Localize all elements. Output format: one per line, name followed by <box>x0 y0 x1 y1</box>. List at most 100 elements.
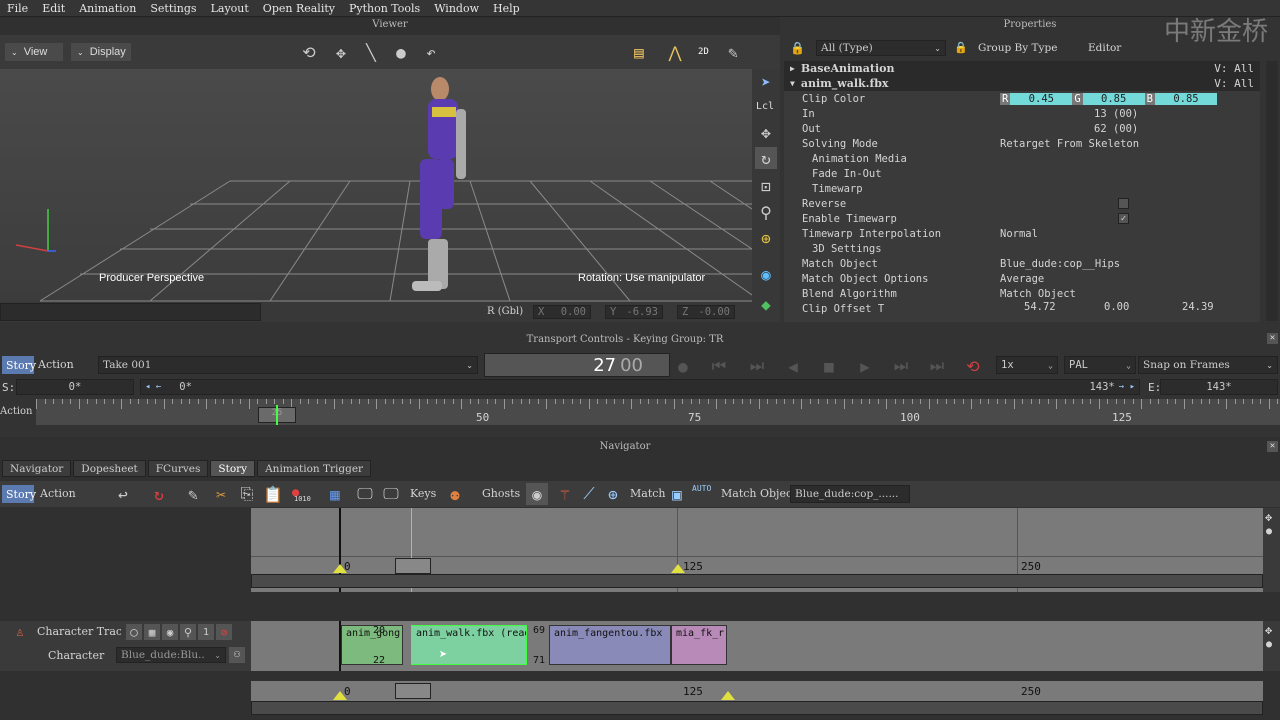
select-arrow-icon[interactable]: ➤ <box>755 71 777 93</box>
menu-open-reality[interactable]: Open Reality <box>256 2 342 15</box>
track-number[interactable]: 1 <box>198 624 214 640</box>
loop-icon[interactable]: ⟲ <box>962 355 984 377</box>
action-mode-button[interactable]: Action <box>40 487 76 500</box>
editor-button[interactable]: Editor <box>1088 42 1121 54</box>
enable-timewarp-checkbox[interactable]: ✓ <box>1118 213 1129 224</box>
zoom-icon[interactable]: ● <box>1266 639 1272 650</box>
stop-icon[interactable]: ■ <box>818 355 840 377</box>
prop-fade-in-out[interactable]: Fade In-Out <box>784 166 1260 181</box>
track-name[interactable]: Character Trac <box>37 625 121 638</box>
2d-icon[interactable]: 2D <box>698 47 709 57</box>
play-icon[interactable]: ▶ <box>854 355 876 377</box>
story-mode-button[interactable]: Story <box>2 356 36 374</box>
zoom-bar[interactable]: ◂ ← 0* 143* → ▸ <box>140 379 1140 395</box>
move-icon[interactable]: ✥ <box>1265 623 1272 637</box>
viewport[interactable]: Producer Perspective Rotation: Use manip… <box>0 69 752 302</box>
next-key-icon[interactable]: ⏭ <box>890 355 912 377</box>
paste-icon[interactable]: 📋 <box>262 483 284 505</box>
move-icon[interactable]: ✥ <box>1265 510 1272 524</box>
mute-icon[interactable]: ⊘ <box>216 624 232 640</box>
fps-select[interactable]: PAL ⌄ <box>1064 356 1136 374</box>
clip-anim-walk[interactable]: anim_walk.fbx (read-c <box>411 625 527 665</box>
menu-layout[interactable]: Layout <box>204 2 256 15</box>
tab-story[interactable]: Story <box>210 460 256 477</box>
play-reverse-icon[interactable]: ◀ <box>782 355 804 377</box>
tab-dopesheet[interactable]: Dopesheet <box>73 460 146 477</box>
offset-y[interactable]: 0.00 <box>1104 301 1129 313</box>
menu-edit[interactable]: Edit <box>35 2 72 15</box>
rotate-icon[interactable]: ↻ <box>755 147 777 169</box>
prop-match-object-options[interactable]: Match Object Options Average <box>784 271 1260 286</box>
story-mode-button[interactable]: Story <box>2 485 36 503</box>
prop-out[interactable]: Out 62 (00) <box>784 121 1260 136</box>
menu-window[interactable]: Window <box>427 2 486 15</box>
match-icon[interactable]: ▣ <box>666 483 688 505</box>
ruler-icon[interactable]: ▤ <box>628 41 650 63</box>
pen-icon[interactable]: ✎ <box>722 41 744 63</box>
prop-clip-offset-t[interactable]: Clip Offset T 54.72 0.00 24.39 <box>784 301 1260 316</box>
auto-label[interactable]: AUTO <box>692 484 711 493</box>
lock-icon[interactable]: 🔒 <box>790 41 805 55</box>
view-menu-button[interactable]: ⌄ View <box>4 42 64 62</box>
menu-help[interactable]: Help <box>486 2 527 15</box>
reverse-checkbox[interactable] <box>1118 198 1129 209</box>
tab-fcurves[interactable]: FCurves <box>147 460 209 477</box>
prop-animation-media[interactable]: Animation Media <box>784 151 1260 166</box>
match-button[interactable]: Match <box>630 487 666 500</box>
screen-icon[interactable]: 🖵 <box>380 483 402 505</box>
lower-zoom-controls[interactable]: ✥ ● <box>1263 621 1280 671</box>
prop-solving-mode[interactable]: Solving Mode Retarget From Skeleton <box>784 136 1260 151</box>
move-icon[interactable]: ✥ <box>755 121 777 143</box>
end-field[interactable]: 143* <box>1160 379 1278 395</box>
return-icon[interactable]: ↩ <box>112 483 134 505</box>
local-icon[interactable]: Lcl <box>756 101 774 112</box>
prop-match-object[interactable]: Match Object Blue_dude:cop__Hips <box>784 256 1260 271</box>
clip-anim-gong[interactable]: anim_gong <box>341 625 403 665</box>
copy-icon[interactable]: ⎘ <box>236 483 258 505</box>
monitor-icon[interactable]: 🖵 <box>354 483 376 505</box>
eye-icon[interactable]: ◉ <box>526 483 548 505</box>
refresh-icon[interactable]: ↻ <box>148 483 170 505</box>
edit-icon[interactable]: ✎ <box>182 483 204 505</box>
lock-icon[interactable]: 🔒 <box>954 41 968 54</box>
lower-ruler[interactable]: 0 125 250 <box>251 681 1263 701</box>
object-row-anim-walk[interactable]: ▼ anim_walk.fbx V: All <box>784 76 1260 91</box>
time-marker[interactable] <box>395 683 431 699</box>
menu-file[interactable]: File <box>0 2 35 15</box>
orbit-icon[interactable]: ⟲ <box>298 41 320 63</box>
end-marker-icon[interactable] <box>721 691 735 700</box>
snap-select[interactable]: Snap on Frames ⌄ <box>1138 356 1278 374</box>
pivot-icon[interactable]: ⊕ <box>755 227 777 249</box>
cut-icon[interactable]: ✂ <box>210 483 232 505</box>
clip-anim-fangentou[interactable]: anim_fangentou.fbx <box>549 625 671 665</box>
menu-python-tools[interactable]: Python Tools <box>342 2 427 15</box>
actor-icon[interactable]: ⚇ <box>229 647 245 663</box>
curve-icon[interactable]: ⋀ <box>664 41 686 63</box>
clip-color-g[interactable]: 0.85 <box>1082 92 1145 105</box>
menu-animation[interactable]: Animation <box>72 2 143 15</box>
prop-enable-timewarp[interactable]: Enable Timewarp ✓ <box>784 211 1260 226</box>
bones-icon[interactable]: ⚚ <box>554 483 576 505</box>
type-filter-select[interactable]: All (Type) ⌄ <box>816 40 946 56</box>
physics-icon[interactable]: ◆ <box>755 293 777 315</box>
tab-navigator[interactable]: Navigator <box>2 460 72 477</box>
close-icon[interactable]: ✕ <box>1267 333 1278 344</box>
playhead[interactable] <box>276 405 278 425</box>
viewer-status-field[interactable] <box>0 303 261 321</box>
take-select[interactable]: Take 001 ⌄ <box>98 356 478 374</box>
speed-select[interactable]: 1x ⌄ <box>996 356 1058 374</box>
character-track-area[interactable]: anim_gong 20 22 anim_walk.fbx (read-c 69… <box>251 621 1263 671</box>
display-menu-button[interactable]: ⌄ Display <box>70 42 132 62</box>
prop-reverse[interactable]: Reverse <box>784 196 1260 211</box>
goto-end-icon[interactable]: ⏭ <box>926 355 948 377</box>
menu-settings[interactable]: Settings <box>143 2 203 15</box>
pin-icon[interactable]: ⚲ <box>180 624 196 640</box>
wand-icon[interactable]: ⟋ <box>578 483 600 505</box>
offset-x[interactable]: 54.72 <box>1024 301 1056 313</box>
prop-3d-settings[interactable]: 3D Settings <box>784 241 1260 256</box>
properties-scrollbar[interactable] <box>1266 61 1278 321</box>
rotation-y-field[interactable]: Y -6.93 <box>605 305 663 319</box>
prev-key-icon[interactable]: ⏭ <box>746 355 768 377</box>
globe-icon[interactable]: ◉ <box>755 263 777 285</box>
ghosts-button[interactable]: Ghosts <box>482 487 520 500</box>
